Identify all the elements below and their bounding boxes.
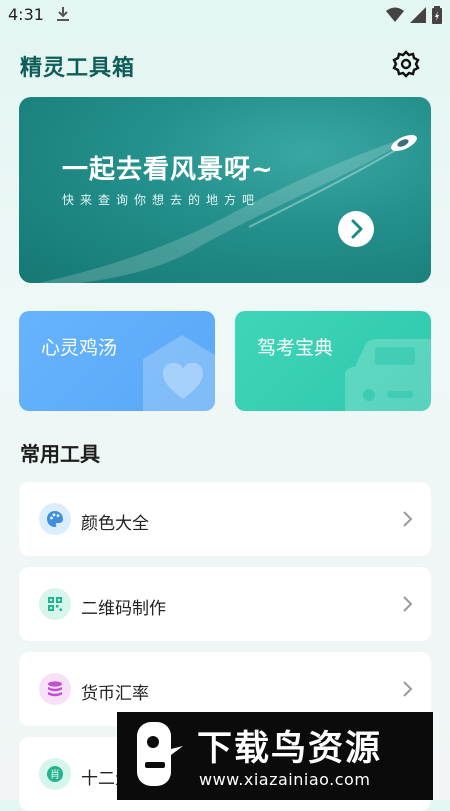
- watermark-title: 下载鸟资源: [197, 729, 383, 769]
- chevron-right-icon: [403, 681, 413, 697]
- coins-icon: [39, 673, 71, 705]
- banner-arrow-button[interactable]: [338, 211, 374, 247]
- driving-exam-card[interactable]: 驾考宝典: [235, 311, 431, 411]
- signal-icon: [410, 7, 426, 23]
- card-label: 心灵鸡汤: [41, 337, 118, 359]
- svg-text:肖: 肖: [50, 768, 60, 781]
- zodiac-icon: 肖: [39, 758, 71, 790]
- qrcode-icon: [39, 588, 71, 620]
- wifi-icon: [386, 7, 404, 22]
- section-title: 常用工具: [20, 442, 100, 466]
- banner[interactable]: 一起去看风景呀~ 快来查询你想去的地方吧: [19, 97, 431, 283]
- tool-item-qrcode[interactable]: 二维码制作: [19, 567, 431, 641]
- app-title: 精灵工具箱: [20, 56, 136, 81]
- status-bar: 4:31: [0, 0, 450, 30]
- settings-gear-icon[interactable]: [391, 49, 421, 79]
- soul-soup-card[interactable]: 心灵鸡汤: [19, 311, 215, 411]
- status-time: 4:31: [8, 5, 44, 24]
- chevron-right-icon: [351, 219, 363, 239]
- car-icon: [345, 339, 431, 411]
- bird-logo-icon: [137, 722, 183, 786]
- tool-label: 货币汇率: [81, 684, 149, 704]
- palette-icon: [39, 503, 71, 535]
- watermark-url: www.xiazainiao.com: [199, 770, 371, 789]
- card-label: 驾考宝典: [257, 337, 334, 359]
- app-header: 精灵工具箱: [0, 40, 450, 90]
- battery-icon: [432, 6, 442, 24]
- banner-subtitle: 快来查询你想去的地方吧: [62, 193, 261, 207]
- chevron-right-icon: [403, 511, 413, 527]
- banner-title: 一起去看风景呀~: [62, 155, 274, 185]
- status-icons: [386, 6, 442, 24]
- download-icon: [57, 7, 69, 21]
- banner-scenery: [39, 134, 417, 283]
- house-heart-icon: [143, 335, 215, 411]
- tool-label: 颜色大全: [81, 514, 149, 534]
- tool-label: 二维码制作: [81, 599, 166, 619]
- watermark-banner: 下载鸟资源 www.xiazainiao.com: [117, 712, 433, 800]
- chevron-right-icon: [403, 596, 413, 612]
- tool-item-color[interactable]: 颜色大全: [19, 482, 431, 556]
